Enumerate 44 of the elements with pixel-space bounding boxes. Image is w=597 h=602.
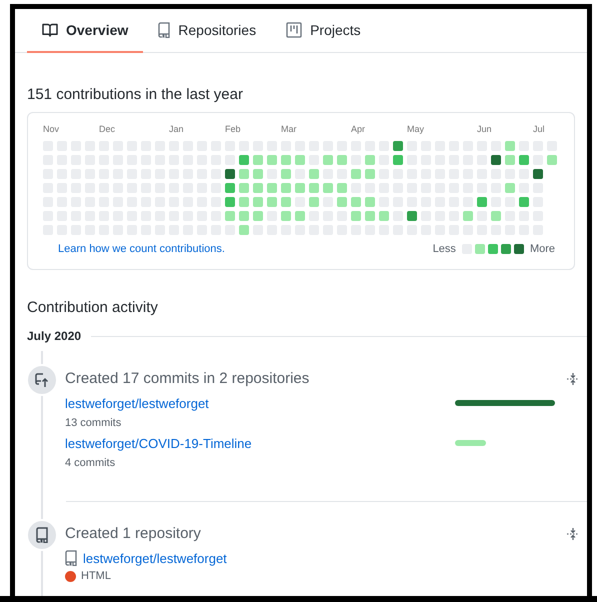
help-link[interactable]: Learn how we count contributions. bbox=[58, 243, 225, 255]
contribution-day[interactable] bbox=[225, 183, 235, 193]
month-label: Mar bbox=[281, 124, 296, 134]
tab[interactable]: Projects bbox=[271, 9, 376, 53]
contribution-day[interactable] bbox=[393, 155, 403, 165]
contribution-day[interactable] bbox=[519, 197, 529, 207]
section-heading: Contribution activity bbox=[27, 299, 159, 316]
month-label: Jul bbox=[533, 124, 545, 134]
project-board-icon bbox=[286, 22, 302, 38]
month-label: Feb bbox=[225, 124, 241, 134]
month-label: Apr bbox=[351, 124, 366, 134]
contribution-day[interactable] bbox=[491, 155, 501, 165]
contribution-day[interactable] bbox=[477, 197, 487, 207]
month-label: May bbox=[407, 124, 424, 134]
fold-icon[interactable] bbox=[567, 526, 579, 540]
repository-link[interactable]: lestweforget/lestweforget bbox=[65, 396, 209, 411]
book-icon bbox=[42, 23, 58, 37]
contribution-day[interactable] bbox=[407, 211, 417, 221]
less-label: Less bbox=[432, 243, 456, 255]
fold-icon[interactable] bbox=[567, 372, 579, 386]
month-heading: July 2020 bbox=[27, 329, 82, 343]
tab[interactable]: Overview bbox=[27, 9, 144, 53]
tab[interactable]: Repositories bbox=[143, 9, 272, 53]
commit-count: 13 commits bbox=[65, 417, 122, 429]
contribution-day[interactable] bbox=[533, 169, 543, 179]
event-title: Created 17 commits in 2 repositories bbox=[65, 370, 310, 387]
language-label: HTML bbox=[81, 570, 111, 582]
contribution-day[interactable] bbox=[239, 155, 249, 165]
event-title: Created 1 repository bbox=[65, 525, 201, 542]
contributions-heading: 151 contributions in the last year bbox=[27, 86, 244, 103]
month-label: Dec bbox=[99, 124, 116, 134]
repository-link[interactable]: lestweforget/COVID-19-Timeline bbox=[65, 436, 252, 451]
more-label: More bbox=[530, 243, 555, 255]
repository-link[interactable]: lestweforget/lestweforget bbox=[83, 550, 227, 566]
month-label: Jan bbox=[169, 124, 184, 134]
contribution-day[interactable] bbox=[393, 141, 403, 151]
repo-icon bbox=[158, 22, 170, 38]
contribution-day[interactable] bbox=[225, 169, 235, 179]
contribution-day[interactable] bbox=[519, 155, 529, 165]
month-label: Nov bbox=[43, 124, 60, 134]
contribution-day[interactable] bbox=[225, 197, 235, 207]
commit-count: 4 commits bbox=[65, 457, 116, 469]
month-label: Jun bbox=[477, 124, 492, 134]
repo-icon bbox=[65, 550, 77, 566]
